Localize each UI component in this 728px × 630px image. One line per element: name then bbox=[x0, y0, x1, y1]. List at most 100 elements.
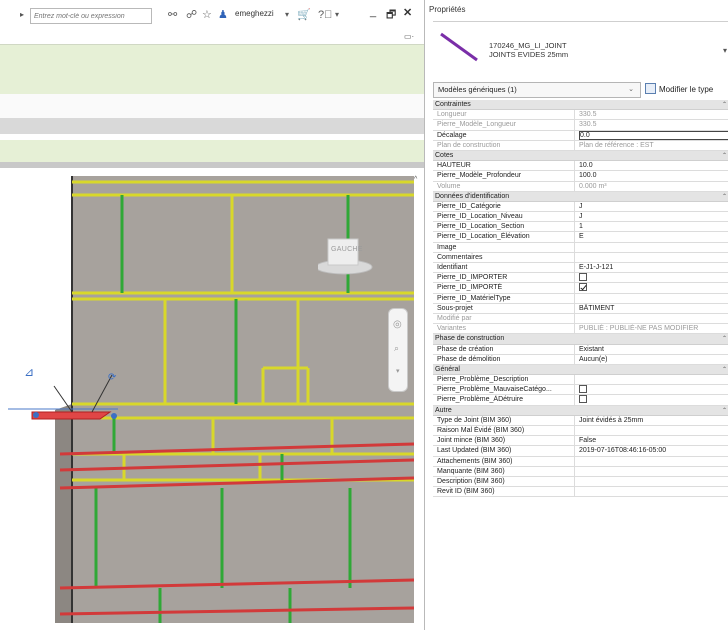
property-value[interactable]: J bbox=[579, 212, 728, 222]
property-value: 330.5 bbox=[579, 111, 597, 119]
properties-grid: Contraintes ⌃ Longueur 330.5 Pierre_Modèle_L… bbox=[433, 100, 728, 498]
property-value[interactable]: Joint évidés à 25mm bbox=[579, 416, 728, 426]
property-value[interactable]: 2019-07-16T08:46:16-05:00 bbox=[579, 446, 728, 456]
scroll-up-icon[interactable]: ^ bbox=[414, 176, 417, 183]
star-icon[interactable]: ☆ bbox=[202, 8, 212, 22]
collapse-icon[interactable]: ⌃ bbox=[722, 365, 727, 375]
zoom-icon[interactable]: ⌕ bbox=[394, 343, 399, 354]
property-value[interactable]: 100.0 bbox=[579, 171, 728, 181]
grip-handle-right[interactable] bbox=[111, 413, 117, 419]
revit-window: ▸ ⚯ ☍ ☆ ♟ emeghezzi ▾ 🛒 ?⃝ ▾ _ 🗗 ✕ ▭· bbox=[0, 0, 728, 630]
property-value[interactable]: J bbox=[579, 202, 728, 212]
property-row: Joint mince (BIM 360) False bbox=[433, 436, 728, 447]
property-group-header[interactable]: Phase de construction ⌃ bbox=[433, 334, 728, 345]
property-value[interactable] bbox=[579, 467, 728, 477]
property-checkbox[interactable] bbox=[579, 273, 587, 282]
property-checkbox-cell[interactable] bbox=[579, 273, 728, 283]
edit-type-button[interactable]: Modifier le type bbox=[645, 82, 728, 98]
binoculars-icon[interactable]: ⚯ bbox=[168, 8, 177, 22]
close-icon[interactable]: ✕ bbox=[403, 6, 412, 19]
property-group-label: Général bbox=[435, 365, 460, 373]
subscription-icon[interactable]: ☍ bbox=[186, 8, 197, 22]
steering-wheel-icon[interactable]: ◎ bbox=[393, 319, 402, 330]
nav-dropdown-icon[interactable]: ▾ bbox=[396, 367, 400, 375]
property-value[interactable]: 10.0 bbox=[579, 161, 728, 171]
property-group-header[interactable]: Autre ⌃ bbox=[433, 405, 728, 416]
grip-handle-left[interactable] bbox=[33, 412, 39, 418]
user-name[interactable]: emeghezzi bbox=[235, 9, 274, 18]
property-row: Identifiant E-J1-J-121 bbox=[433, 263, 728, 274]
collapse-icon[interactable]: ⌃ bbox=[722, 406, 727, 416]
property-group-header[interactable]: Cotes ⌃ bbox=[433, 150, 728, 162]
property-label: Raison Mal Évidé (BIM 360) bbox=[437, 426, 575, 436]
property-value[interactable]: Aucun(e) bbox=[579, 355, 728, 365]
type-dropdown-icon[interactable]: ▾ bbox=[723, 46, 727, 55]
property-label: Attachements (BIM 360) bbox=[437, 456, 575, 467]
instance-filter-dropdown[interactable]: Modèles génériques (1) ⌄ bbox=[433, 82, 641, 98]
property-row: Décalage 0.0 bbox=[433, 130, 728, 141]
property-value[interactable] bbox=[579, 457, 728, 467]
property-row: Pierre_ID_Location_Section 1 bbox=[433, 222, 728, 233]
search-input[interactable] bbox=[30, 8, 152, 24]
collapse-icon[interactable]: ⌃ bbox=[722, 192, 727, 202]
ribbon-options-icon[interactable]: ▭· bbox=[404, 32, 414, 41]
3d-view-canvas[interactable]: ⊿ ⟳ GAUCHE ◎ ⌕ ▾ ^ bbox=[0, 168, 424, 630]
property-row: Pierre_ID_Location_Niveau J bbox=[433, 212, 728, 223]
properties-title: Propriétés bbox=[429, 5, 466, 14]
property-value[interactable] bbox=[579, 426, 728, 436]
active-panel-area bbox=[0, 44, 424, 94]
type-selector[interactable]: 170246_MG_LI_JOINT JOINTS EVIDES 25mm ▾ bbox=[433, 21, 728, 73]
property-row: Commentaires bbox=[433, 252, 728, 263]
property-value[interactable]: Existant bbox=[579, 345, 728, 355]
property-label: HAUTEUR bbox=[437, 161, 575, 172]
type-thumbnail bbox=[440, 32, 478, 62]
property-value[interactable]: E-J1-J-121 bbox=[579, 263, 728, 273]
user-dropdown-icon[interactable]: ▾ bbox=[285, 8, 289, 22]
property-checkbox-cell[interactable] bbox=[579, 385, 728, 395]
property-row: Volume 0.000 m³ bbox=[433, 181, 728, 192]
property-value[interactable] bbox=[579, 294, 728, 304]
property-value[interactable]: False bbox=[579, 436, 728, 446]
property-value[interactable] bbox=[579, 243, 728, 253]
property-checkbox-cell[interactable] bbox=[579, 283, 728, 293]
navigation-bar[interactable]: ◎ ⌕ ▾ bbox=[388, 308, 408, 392]
property-label: Image bbox=[437, 242, 575, 253]
collapse-icon[interactable]: ⌃ bbox=[722, 100, 727, 110]
help-icon[interactable]: ?⃝ bbox=[318, 8, 332, 22]
collapse-icon[interactable]: ⌃ bbox=[722, 334, 727, 344]
minimize-icon[interactable]: _ bbox=[370, 6, 376, 18]
property-value[interactable] bbox=[579, 487, 728, 497]
property-value[interactable]: 0.0 bbox=[579, 130, 728, 140]
help-dropdown-icon[interactable]: ▾ bbox=[335, 8, 339, 22]
property-checkbox[interactable] bbox=[579, 283, 587, 292]
property-value[interactable] bbox=[579, 477, 728, 487]
expand-arrow-icon[interactable]: ▸ bbox=[20, 10, 24, 19]
selected-joint[interactable] bbox=[31, 411, 112, 420]
property-group-label: Phase de construction bbox=[435, 335, 505, 343]
workplane-icon[interactable]: ⊿ bbox=[24, 365, 34, 379]
property-row: Phase de démolition Aucun(e) bbox=[433, 354, 728, 365]
property-value[interactable]: E bbox=[579, 232, 728, 242]
property-checkbox[interactable] bbox=[579, 385, 587, 394]
property-value[interactable]: 1 bbox=[579, 222, 728, 232]
property-group-header[interactable]: Général ⌃ bbox=[433, 364, 728, 376]
chevron-down-icon[interactable]: ⌄ bbox=[628, 83, 634, 97]
collapse-icon[interactable]: ⌃ bbox=[722, 151, 727, 161]
property-value[interactable] bbox=[579, 253, 728, 263]
cart-icon[interactable]: 🛒 bbox=[297, 8, 311, 22]
view-cube[interactable]: GAUCHE bbox=[318, 233, 373, 275]
restore-icon[interactable]: 🗗 bbox=[386, 6, 396, 25]
view-cube-face-label[interactable]: GAUCHE bbox=[331, 246, 363, 253]
property-value[interactable]: BÂTIMENT bbox=[579, 304, 728, 314]
user-icon[interactable]: ♟ bbox=[218, 8, 228, 22]
property-group-header[interactable]: Données d'identification ⌃ bbox=[433, 191, 728, 202]
property-row: Revit ID (BIM 360) bbox=[433, 487, 728, 498]
rotate-icon[interactable]: ⟳ bbox=[108, 372, 117, 383]
property-checkbox-cell[interactable] bbox=[579, 395, 728, 405]
property-group-header[interactable]: Contraintes ⌃ bbox=[433, 100, 728, 111]
property-label: Revit ID (BIM 360) bbox=[437, 487, 575, 498]
property-value[interactable] bbox=[579, 375, 728, 385]
property-row: Manquante (BIM 360) bbox=[433, 466, 728, 477]
property-checkbox[interactable] bbox=[579, 395, 587, 404]
property-value: 0.000 m³ bbox=[579, 182, 607, 190]
